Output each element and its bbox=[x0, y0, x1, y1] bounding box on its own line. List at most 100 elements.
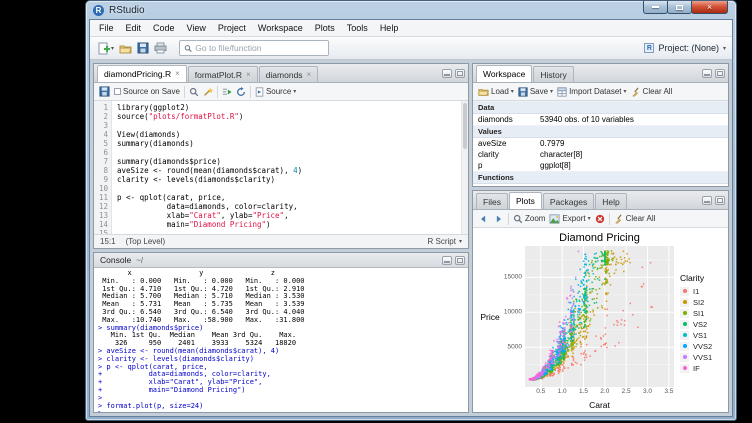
workspace-object-row[interactable]: aveSize0.7979 bbox=[473, 138, 728, 149]
next-plot-arrow-icon[interactable] bbox=[493, 214, 504, 224]
tab-help[interactable]: Help bbox=[595, 193, 626, 209]
workspace-object-row[interactable]: claritycharacter[8] bbox=[473, 149, 728, 160]
menu-code[interactable]: Code bbox=[147, 23, 181, 33]
filetype-selector[interactable]: R Script bbox=[428, 237, 456, 246]
save-icon[interactable] bbox=[99, 86, 110, 97]
minimize-pane-button[interactable] bbox=[702, 196, 712, 205]
object-value: ggplot[8] bbox=[540, 161, 571, 170]
close-tab-icon[interactable]: × bbox=[246, 71, 251, 79]
find-replace-icon[interactable] bbox=[189, 87, 199, 97]
divider bbox=[609, 213, 610, 225]
object-value: 53940 obs. of 10 variables bbox=[540, 115, 634, 124]
code-token: aveSize <- round(mean(diamonds$carat), bbox=[117, 166, 293, 175]
print-button[interactable] bbox=[153, 41, 168, 55]
workspace-object-row[interactable]: format.plot(plot, size) bbox=[473, 184, 728, 186]
clear-all-plots-label: Clear All bbox=[626, 214, 656, 223]
y-axis-label: Price bbox=[477, 246, 503, 387]
project-label: Project: (None) bbox=[658, 43, 719, 53]
run-button[interactable] bbox=[222, 87, 232, 97]
menu-edit[interactable]: Edit bbox=[120, 23, 148, 33]
plot-legend: Clarity I1SI2SI1VS2VS1VVS2VVS1IF bbox=[674, 246, 724, 399]
tab-plots[interactable]: Plots bbox=[509, 192, 542, 209]
legend-key bbox=[680, 320, 689, 329]
legend-item: IF bbox=[680, 364, 724, 373]
goto-file-input[interactable] bbox=[195, 43, 324, 53]
remove-plot-button[interactable] bbox=[595, 214, 605, 224]
tab-packages[interactable]: Packages bbox=[543, 193, 594, 209]
previous-plot-arrow-icon[interactable] bbox=[478, 214, 489, 224]
menu-workspace[interactable]: Workspace bbox=[252, 23, 309, 33]
source-on-save-toggle[interactable]: Source on Save bbox=[114, 87, 180, 96]
tab-history[interactable]: History bbox=[533, 66, 573, 82]
export-image-icon bbox=[549, 214, 560, 224]
maximize-pane-button[interactable] bbox=[455, 69, 465, 78]
tab-diamonds[interactable]: diamonds× bbox=[259, 66, 319, 82]
import-dataset-button[interactable]: Import Dataset ▾ bbox=[557, 87, 626, 97]
legend-label: VS1 bbox=[693, 331, 707, 340]
menu-file[interactable]: File bbox=[93, 23, 120, 33]
import-dataset-icon bbox=[557, 87, 567, 97]
zoom-icon bbox=[513, 214, 523, 224]
line-number: 3 bbox=[94, 121, 108, 130]
code-tools-wand-icon[interactable] bbox=[203, 87, 213, 97]
maximize-icon bbox=[676, 5, 683, 10]
workspace-pane: WorkspaceHistory Load ▾ bbox=[472, 63, 729, 187]
source-statusbar: 15:1 (Top Level) R Script ▾ bbox=[94, 234, 468, 248]
rerun-button[interactable] bbox=[236, 87, 246, 97]
project-selector[interactable]: R Project: (None) ▾ bbox=[644, 43, 726, 53]
minimize-pane-button[interactable] bbox=[702, 69, 712, 78]
menu-tools[interactable]: Tools bbox=[341, 23, 374, 33]
minimize-pane-button[interactable] bbox=[442, 69, 452, 78]
rerun-icon bbox=[236, 87, 246, 97]
menu-help[interactable]: Help bbox=[374, 23, 405, 33]
working-directory[interactable]: ~/ bbox=[136, 256, 143, 265]
workspace-object-row[interactable]: diamonds53940 obs. of 10 variables bbox=[473, 114, 728, 125]
save-button[interactable] bbox=[136, 41, 150, 55]
close-tab-icon[interactable]: × bbox=[175, 70, 180, 78]
legend-item: SI1 bbox=[680, 309, 724, 318]
object-name: aveSize bbox=[478, 139, 540, 148]
save-workspace-button[interactable]: Save ▾ bbox=[518, 87, 553, 97]
menu-project[interactable]: Project bbox=[212, 23, 252, 33]
code-line: p <- qplot(carat, price, bbox=[117, 193, 461, 202]
workspace-object-row[interactable]: pggplot[8] bbox=[473, 160, 728, 171]
rstudio-window: R RStudio × FileEditCodeViewProjectWorks… bbox=[85, 0, 737, 421]
minimize-icon bbox=[652, 6, 659, 8]
clear-all-button[interactable]: Clear All bbox=[631, 87, 673, 97]
source-button[interactable]: Source ▾ bbox=[255, 87, 296, 97]
code-area[interactable]: library(ggplot2)source("plots/formatPlot… bbox=[112, 101, 461, 234]
minimize-pane-button[interactable] bbox=[442, 256, 452, 265]
load-workspace-button[interactable]: Load ▾ bbox=[478, 86, 514, 97]
console-output[interactable]: x y z Min. : 0.000 Min. : 0.000 Min. : 0… bbox=[94, 268, 468, 412]
close-button[interactable]: × bbox=[691, 1, 728, 14]
maximize-pane-button[interactable] bbox=[715, 69, 725, 78]
tab-label: formatPlot.R bbox=[195, 70, 242, 80]
code-token: xlab= bbox=[117, 211, 189, 220]
new-file-button[interactable]: ▾ bbox=[96, 41, 115, 56]
tab-formatplot-r[interactable]: formatPlot.R × bbox=[188, 66, 258, 82]
menu-plots[interactable]: Plots bbox=[309, 23, 341, 33]
scope-selector[interactable]: (Top Level) bbox=[126, 237, 166, 246]
export-button[interactable]: Export ▾ bbox=[549, 214, 590, 224]
scrollbar-thumb[interactable] bbox=[463, 103, 467, 149]
code-token: , ylab= bbox=[221, 211, 253, 220]
close-tab-icon[interactable]: × bbox=[307, 71, 312, 79]
open-file-button[interactable] bbox=[118, 41, 133, 56]
legend-dot-icon bbox=[683, 300, 687, 304]
title-bar[interactable]: R RStudio × bbox=[86, 1, 736, 19]
clear-all-plots-button[interactable]: Clear All bbox=[614, 214, 656, 224]
source-pane-buttons bbox=[442, 69, 465, 78]
tab-files[interactable]: Files bbox=[476, 193, 508, 209]
maximize-button[interactable] bbox=[667, 1, 692, 14]
screen-background: R RStudio × FileEditCodeViewProjectWorks… bbox=[0, 0, 752, 423]
menu-view[interactable]: View bbox=[181, 23, 212, 33]
editor-scrollbar[interactable] bbox=[461, 101, 468, 234]
zoom-button[interactable]: Zoom bbox=[513, 214, 545, 224]
console-input-line: > bbox=[98, 410, 468, 412]
tab-workspace[interactable]: Workspace bbox=[476, 65, 532, 82]
tab-diamondpricing-r[interactable]: diamondPricing.R× bbox=[97, 65, 187, 82]
maximize-pane-button[interactable] bbox=[715, 196, 725, 205]
minimize-button[interactable] bbox=[643, 1, 668, 14]
line-number: 5 bbox=[94, 139, 108, 148]
maximize-pane-button[interactable] bbox=[455, 256, 465, 265]
